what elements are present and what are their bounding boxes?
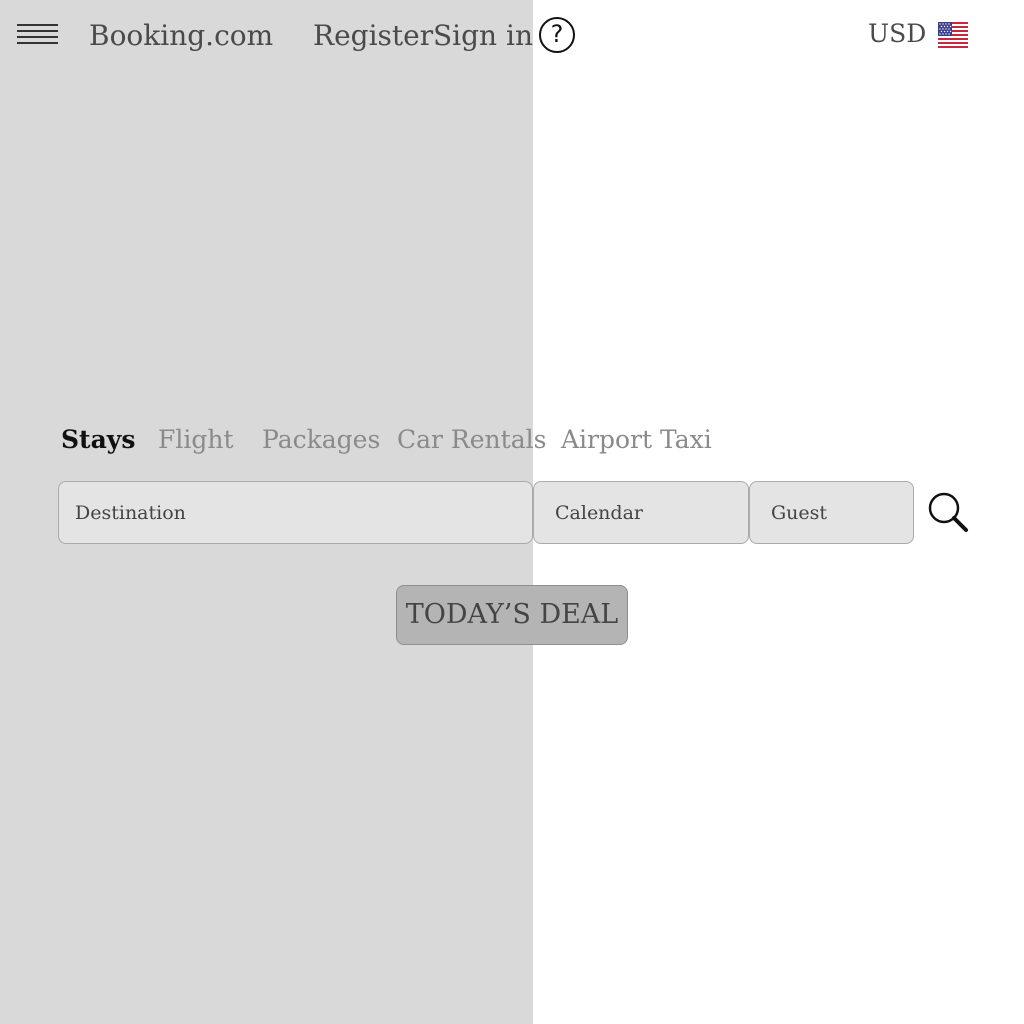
currency-selector[interactable]: USD [868,16,926,52]
calendar-input[interactable] [533,481,749,544]
hamburger-menu-icon[interactable] [17,22,58,48]
tab-stays[interactable]: Stays [61,420,135,460]
tab-flight[interactable]: Flight [158,420,234,460]
sign-in-link[interactable]: Sign in [433,16,533,56]
tab-packages[interactable]: Packages [262,420,380,460]
us-flag-icon[interactable] [938,22,968,48]
todays-deal-button[interactable]: TODAY’S DEAL [396,585,628,645]
search-icon[interactable] [926,490,970,534]
brand-logo-text[interactable]: Booking.com [89,16,273,56]
help-icon[interactable]: ? [539,17,575,53]
tab-car-rentals[interactable]: Car Rentals [397,420,546,460]
tab-airport-taxi[interactable]: Airport Taxi [561,420,712,460]
destination-input[interactable] [58,481,533,544]
register-link[interactable]: Register [313,16,433,56]
guest-input[interactable] [749,481,914,544]
